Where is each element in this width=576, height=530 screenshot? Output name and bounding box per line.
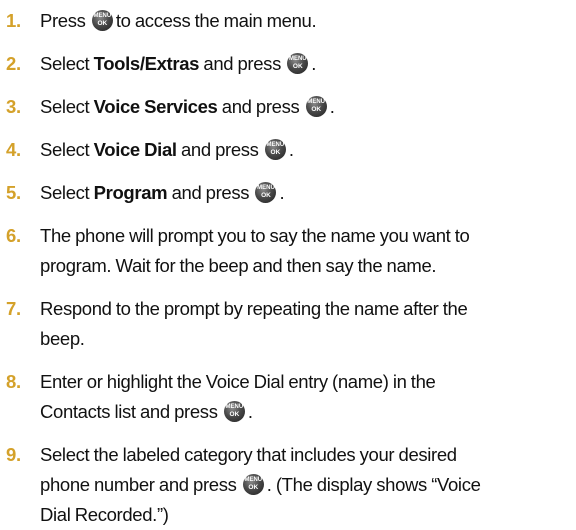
step-text: Select Program and press MENU OK. (40, 182, 285, 203)
step-text-line-2: phone number and press MENU OK. (The disp… (40, 474, 481, 495)
step-number: 5. (6, 182, 21, 203)
step-number: 4. (6, 139, 21, 160)
step-number: 2. (6, 53, 21, 74)
menu-ok-key-icon: MENU OK (242, 474, 264, 495)
step-text: Select Voice Services and press MENU OK. (40, 96, 335, 117)
menu-ok-key-icon: MENU OK (91, 10, 113, 31)
step-number: 3. (6, 96, 21, 117)
step-text-line-1: The phone will prompt you to say the nam… (40, 225, 470, 246)
step-text-line-2: program. Wait for the beep and then say … (40, 255, 437, 276)
step-text-line-1: Enter or highlight the Voice Dial entry … (40, 371, 436, 392)
menu-item-name: Voice Dial (93, 139, 177, 160)
menu-ok-key-icon: MENU OK (255, 182, 277, 203)
menu-item-name: Program (93, 182, 168, 203)
instruction-steps: 1. Press MENU OK to access the main menu. … (0, 0, 576, 525)
step-number: 7. (6, 298, 21, 319)
step-text: Press MENU OK to access the main menu. (40, 10, 317, 31)
menu-ok-key-icon: MENU OK (287, 53, 309, 74)
step-number: 6. (6, 225, 21, 246)
step-number: 1. (6, 10, 21, 31)
step-text: Select Voice Dial and press MENU OK. (40, 139, 294, 160)
step-text-line-3: Dial Recorded.”) (40, 504, 169, 525)
step-text-line-2: Contacts list and press MENU OK. (40, 401, 253, 422)
menu-item-name: Tools/Extras (93, 53, 200, 74)
menu-ok-key-icon: MENU OK (223, 401, 245, 422)
menu-ok-key-icon: MENU OK (264, 139, 286, 160)
step-number: 9. (6, 444, 21, 465)
menu-ok-key-icon: MENU OK (305, 96, 327, 117)
step-text-line-2: beep. (40, 328, 85, 349)
step-text-line-1: Respond to the prompt by repeating the n… (40, 298, 468, 319)
step-number: 8. (6, 371, 21, 392)
step-text-line-1: Select the labeled category that include… (40, 444, 457, 465)
step-text: Select Tools/Extras and press MENU OK. (40, 53, 317, 74)
menu-item-name: Voice Services (93, 96, 218, 117)
